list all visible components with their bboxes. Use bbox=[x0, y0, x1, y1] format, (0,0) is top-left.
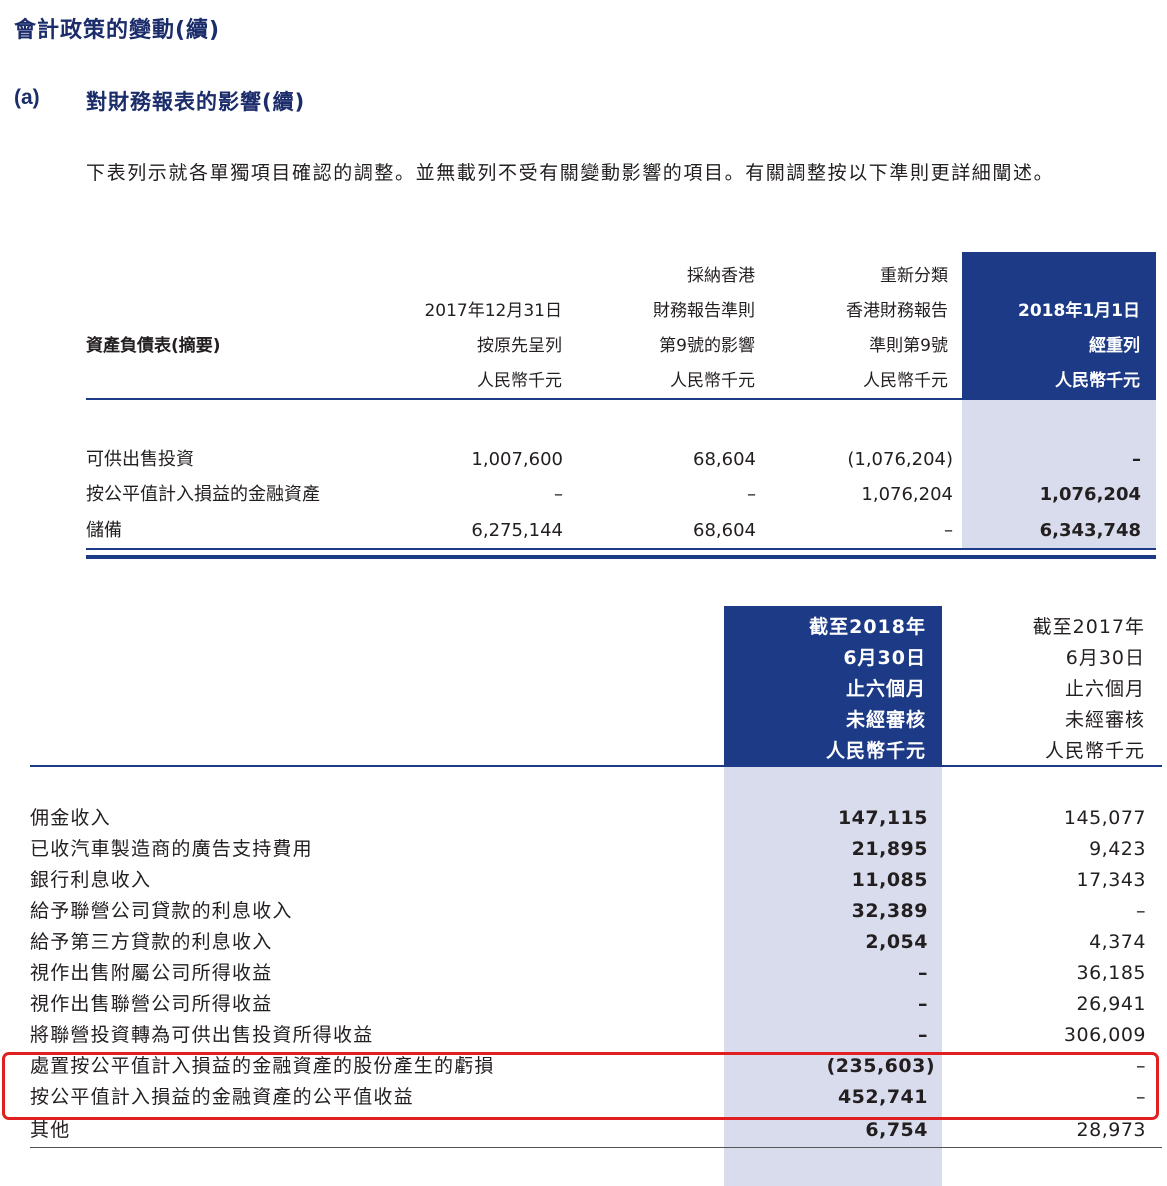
table1-header-rule bbox=[86, 398, 1156, 400]
table2-row: 給予第三方貸款的利息收入 2,054 4,374 bbox=[30, 931, 1146, 953]
table2-row: 銀行利息收入 11,085 17,343 bbox=[30, 869, 1146, 891]
table2-row: 佣金收入 147,115 145,077 bbox=[30, 807, 1146, 829]
table1-row: 可供出售投資 1,007,600 68,604 (1,076,204) – bbox=[86, 449, 1141, 470]
table1-footer-rule bbox=[86, 548, 1156, 550]
table2-row: 視作出售附屬公司所得收益 –36,185 bbox=[30, 962, 1146, 984]
table1-row: 按公平值計入損益的金融資產 – – 1,076,204 1,076,204 bbox=[86, 484, 1141, 505]
table1-row-header: 資產負債表(摘要) bbox=[86, 336, 221, 356]
annotation-highlight-box bbox=[2, 1052, 1159, 1120]
intro-paragraph: 下表列示就各單獨項目確認的調整。並無載列不受有關變動影響的項目。有關調整按以下準… bbox=[86, 162, 1055, 184]
table2-row: 視作出售聯營公司所得收益 –26,941 bbox=[30, 993, 1146, 1015]
table2-col2017-header: 截至2017年 6月30日 止六個月 未經審核 人民幣千元 bbox=[1032, 616, 1145, 762]
table2-footer-rule bbox=[30, 1147, 1162, 1148]
table1-col2-header: 採納香港 財務報告準則 第9號的影響 人民幣千元 bbox=[653, 266, 755, 391]
table1-row: 儲備 6,275,144 68,604 – 6,343,748 bbox=[86, 520, 1141, 541]
subsection-title: 對財務報表的影響(續) bbox=[86, 90, 306, 114]
table1-col3-header: 重新分類 香港財務報告 準則第9號 人民幣千元 bbox=[846, 266, 948, 391]
table2-col2018-header: 截至2018年 6月30日 止六個月 未經審核 人民幣千元 bbox=[809, 616, 926, 762]
table2-row: 已收汽車製造商的廣告支持費用 21,895 9,423 bbox=[30, 838, 1146, 860]
table1-col1-header: 2017年12月31日 按原先呈列 人民幣千元 bbox=[424, 301, 562, 391]
subsection-label: (a) bbox=[14, 86, 40, 109]
table1-col4-header: 2018年1月1日 經重列 人民幣千元 bbox=[1018, 301, 1140, 391]
table2-row: 給予聯營公司貸款的利息收入 32,389– bbox=[30, 900, 1146, 922]
section-title: 會計政策的變動(續) bbox=[14, 18, 221, 43]
table1-footer-double-rule bbox=[86, 555, 1156, 559]
table2-header-rule bbox=[30, 765, 1162, 767]
table2-row: 將聯營投資轉為可供出售投資所得收益 –306,009 bbox=[30, 1024, 1146, 1046]
